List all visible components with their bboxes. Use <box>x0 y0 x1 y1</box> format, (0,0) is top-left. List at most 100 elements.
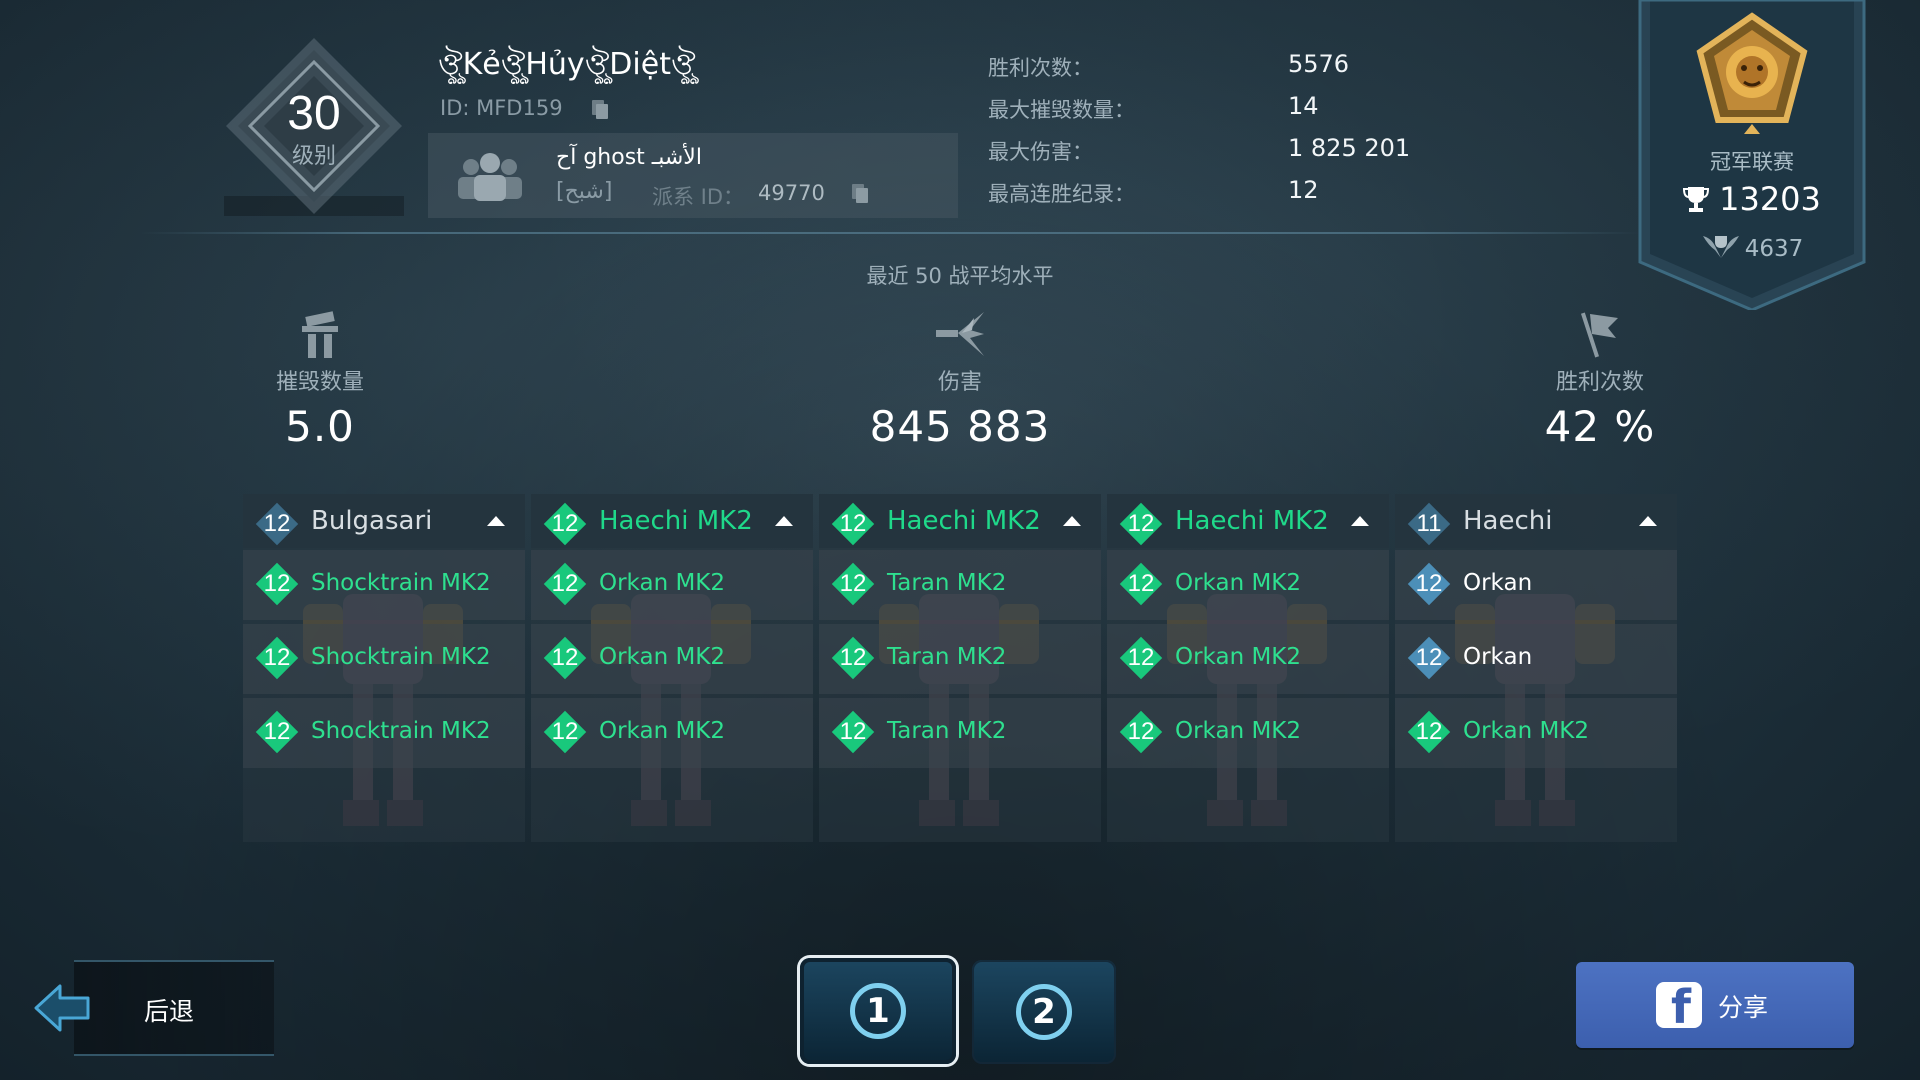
weapon-slot[interactable]: 12 Orkan MK2 <box>531 698 813 768</box>
facebook-glyph: f <box>1671 982 1692 1028</box>
weapon-level-badge: 12 <box>829 634 877 682</box>
weapon-name: Orkan MK2 <box>599 570 726 596</box>
weapon-name: Taran MK2 <box>887 718 1007 744</box>
robot-header[interactable]: 12 Haechi MK2 <box>1107 494 1389 548</box>
weapon-name: Taran MK2 <box>887 644 1007 670</box>
level-number: 12 <box>263 510 291 537</box>
page-1-button[interactable]: 1 <box>800 958 956 1064</box>
level-number: 12 <box>1127 644 1155 671</box>
robot-header[interactable]: 12 Haechi MK2 <box>531 494 813 548</box>
robot-slot[interactable]: 12 Haechi MK2 12 Orkan MK2 12 Orkan MK2 12 Orka… <box>531 494 813 842</box>
rank-value: 4637 <box>1744 236 1804 262</box>
level-number: 12 <box>1127 570 1155 597</box>
copy-id-icon[interactable] <box>592 100 608 120</box>
averages-title: 最近 50 战平均水平 <box>866 264 1054 288</box>
clan-box[interactable]: آح ghost الأشبـ [شبح] 派系 ID： 49770 <box>428 133 958 218</box>
robot-level-badge: 11 <box>1405 500 1453 548</box>
weapon-slot[interactable]: 12 Shocktrain MK2 <box>243 550 525 620</box>
weapon-slot[interactable]: 12 Orkan MK2 <box>531 624 813 694</box>
damage-blast-icon <box>936 312 984 356</box>
weapon-level-badge: 12 <box>541 708 589 756</box>
player-id: ID: MFD159 <box>440 96 563 120</box>
facebook-share-button[interactable]: f 分享 <box>1576 962 1854 1048</box>
weapon-slot[interactable]: 12 Taran MK2 <box>819 624 1101 694</box>
weapon-slot[interactable]: 12 Taran MK2 <box>819 698 1101 768</box>
level-number: 12 <box>1415 718 1443 745</box>
weapon-slot[interactable]: 12 Orkan MK2 <box>1107 698 1389 768</box>
weapon-name: Orkan MK2 <box>599 644 726 670</box>
avg-wins-label: 胜利次数 <box>1555 370 1644 395</box>
caret-up-icon[interactable] <box>487 516 505 526</box>
robot-name: Haechi <box>1463 506 1553 536</box>
weapon-name: Taran MK2 <box>887 570 1007 596</box>
robot-level-badge: 12 <box>253 500 301 548</box>
weapon-level-badge: 12 <box>541 560 589 608</box>
weapon-name: Orkan MK2 <box>1175 718 1302 744</box>
clan-name: آح ghost الأشبـ <box>556 145 702 170</box>
level-number: 12 <box>551 718 579 745</box>
caret-up-icon[interactable] <box>775 516 793 526</box>
back-button[interactable]: 后退 <box>28 960 274 1056</box>
robot-slot[interactable]: 12 Bulgasari 12 Shocktrain MK2 12 Shocktrain … <box>243 494 525 842</box>
robot-slot[interactable]: 12 Haechi MK2 12 Taran MK2 12 Taran MK2 12 Tara… <box>819 494 1101 842</box>
level-number: 12 <box>1127 718 1155 745</box>
page-1-label: 1 <box>850 983 906 1039</box>
robot-name: Haechi MK2 <box>599 506 753 536</box>
weapon-slot[interactable]: 12 Shocktrain MK2 <box>243 624 525 694</box>
copy-clan-id-icon[interactable] <box>852 184 868 204</box>
back-arrow-icon <box>34 984 90 1032</box>
stat-value: 12 <box>1288 176 1319 204</box>
robot-level-badge: 12 <box>541 500 589 548</box>
page-2-button[interactable]: 2 <box>972 960 1116 1064</box>
level-number: 12 <box>263 570 291 597</box>
stat-row-max-damage: 最大伤害： 1 825 201 <box>988 134 1458 170</box>
caret-up-icon[interactable] <box>1063 516 1081 526</box>
robot-header[interactable]: 12 Bulgasari <box>243 494 525 548</box>
stat-label: 最大摧毁数量： <box>988 98 1135 122</box>
avg-kills-value: 5.0 <box>285 402 355 451</box>
weapon-name: Shocktrain MK2 <box>311 644 491 670</box>
weapon-slot[interactable]: 12 Orkan MK2 <box>1395 698 1677 768</box>
stat-row-win-streak: 最高连胜纪录： 12 <box>988 176 1458 212</box>
robot-header[interactable]: 12 Haechi MK2 <box>819 494 1101 548</box>
robot-name: Haechi MK2 <box>1175 506 1329 536</box>
weapon-level-badge: 12 <box>1405 560 1453 608</box>
weapon-slot[interactable]: 12 Taran MK2 <box>819 550 1101 620</box>
weapon-level-badge: 12 <box>1405 634 1453 682</box>
league-rank: 4637 <box>1638 232 1866 262</box>
trophy-icon <box>1683 187 1710 212</box>
weapon-level-badge: 12 <box>1405 708 1453 756</box>
weapon-level-badge: 12 <box>253 560 301 608</box>
weapon-slot[interactable]: 12 Orkan <box>1395 550 1677 620</box>
victory-flag-icon <box>1580 312 1618 358</box>
weapon-slot[interactable]: 12 Orkan MK2 <box>1107 624 1389 694</box>
weapon-slot[interactable]: 12 Orkan MK2 <box>531 550 813 620</box>
robot-name: Haechi MK2 <box>887 506 1041 536</box>
robot-slot[interactable]: 12 Haechi MK2 12 Orkan MK2 12 Orkan MK2 12 Orka… <box>1107 494 1389 842</box>
share-label: 分享 <box>1718 993 1769 1022</box>
level-badge: 30 级别 <box>224 36 404 216</box>
avg-kills: 摧毁数量 5.0 <box>200 308 440 451</box>
caret-up-icon[interactable] <box>1639 516 1657 526</box>
weapon-name: Orkan MK2 <box>599 718 726 744</box>
level-number: 12 <box>1127 510 1155 537</box>
robot-header[interactable]: 11 Haechi <box>1395 494 1677 548</box>
level-number: 12 <box>839 510 867 537</box>
league-name: 冠军联赛 <box>1710 150 1794 174</box>
weapon-slot[interactable]: 12 Orkan <box>1395 624 1677 694</box>
weapon-slot[interactable]: 12 Orkan MK2 <box>1107 550 1389 620</box>
clan-id-label: 派系 ID： <box>652 185 745 209</box>
weapon-level-badge: 12 <box>829 560 877 608</box>
weapon-level-badge: 12 <box>1117 634 1165 682</box>
facebook-icon: f <box>1656 982 1702 1028</box>
weapon-name: Shocktrain MK2 <box>311 718 491 744</box>
page-2-label: 2 <box>1016 984 1072 1040</box>
weapon-name: Orkan <box>1463 570 1533 596</box>
level-number: 12 <box>1415 644 1443 671</box>
robot-slot[interactable]: 11 Haechi 12 Orkan 12 Orkan 12 Orkan MK2 <box>1395 494 1677 842</box>
avg-damage-label: 伤害 <box>937 370 982 395</box>
level-number: 12 <box>263 644 291 671</box>
caret-up-icon[interactable] <box>1351 516 1369 526</box>
weapon-name: Orkan MK2 <box>1175 644 1302 670</box>
weapon-slot[interactable]: 12 Shocktrain MK2 <box>243 698 525 768</box>
